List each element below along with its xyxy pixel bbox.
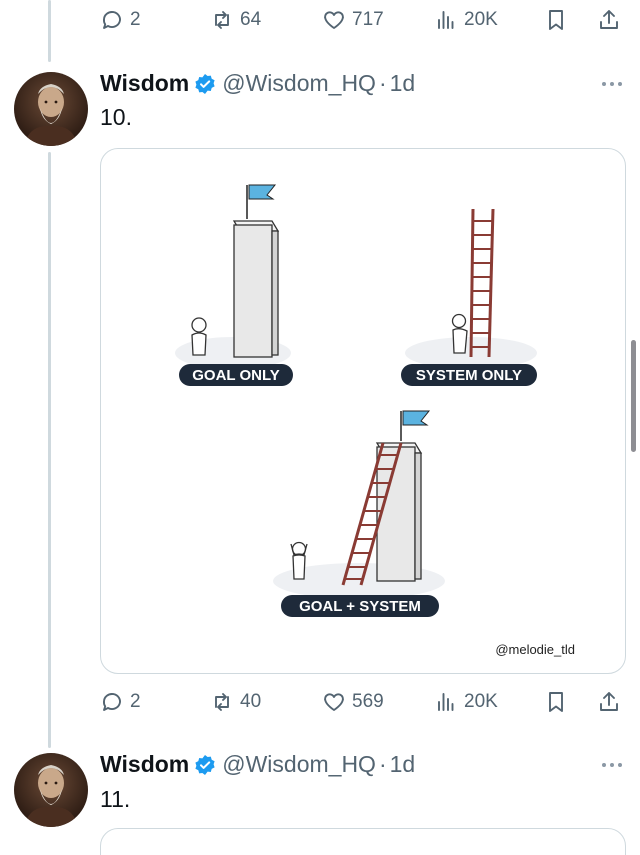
display-name[interactable]: Wisdom <box>100 70 189 97</box>
views-icon <box>438 693 454 711</box>
reply-button[interactable]: 2 <box>100 8 141 32</box>
tweet-text: 10. <box>100 104 132 130</box>
reply-count: 2 <box>130 9 141 30</box>
handle[interactable]: @Wisdom_HQ <box>222 751 376 778</box>
avatar[interactable] <box>14 72 88 146</box>
share-button[interactable] <box>597 8 621 32</box>
like-count: 717 <box>352 9 384 30</box>
panel-label-goal-only: GOAL ONLY <box>192 367 280 384</box>
scrollbar[interactable] <box>631 340 636 452</box>
bookmark-icon <box>549 692 563 712</box>
timestamp[interactable]: 1d <box>390 70 416 97</box>
tweet-text: 11. <box>100 786 131 812</box>
repost-icon <box>215 693 229 711</box>
image-credit: @melodie_tld <box>495 642 575 657</box>
repost-count: 64 <box>240 9 262 30</box>
reply-icon <box>103 11 121 29</box>
like-button[interactable]: 717 <box>322 8 384 32</box>
heart-icon <box>324 11 344 29</box>
more-options-icon[interactable] <box>602 82 622 86</box>
tweet-header: Wisdom @Wisdom_HQ · 1d <box>100 70 415 97</box>
separator-dot: · <box>378 70 387 96</box>
repost-button[interactable]: 64 <box>210 8 261 32</box>
reply-count: 2 <box>130 691 141 712</box>
views-button[interactable]: 20K <box>434 690 498 714</box>
views-button[interactable]: 20K <box>434 8 498 32</box>
goal-system-illustration: GOAL ONLY SYSTEM ONLY GOAL + SYSTEM @mel… <box>175 184 575 657</box>
views-count: 20K <box>464 691 498 712</box>
separator-dot: · <box>378 751 387 777</box>
panel-label-system-only: SYSTEM ONLY <box>416 367 522 384</box>
action-bar-top: 2 64 717 20K <box>100 0 630 40</box>
repost-button[interactable]: 40 <box>210 690 261 714</box>
bookmark-icon <box>549 10 563 30</box>
verified-badge-icon <box>195 754 215 775</box>
panel-goal-system: GOAL + SYSTEM <box>273 410 445 617</box>
verified-badge-icon <box>195 73 215 94</box>
reply-icon <box>103 693 121 711</box>
timestamp[interactable]: 1d <box>390 751 416 778</box>
views-count: 20K <box>464 9 498 30</box>
panel-system-only: SYSTEM ONLY <box>401 208 537 386</box>
more-options-icon[interactable] <box>602 763 622 767</box>
panel-goal-only: GOAL ONLY <box>175 184 293 386</box>
like-count: 569 <box>352 691 384 712</box>
share-icon <box>600 692 618 711</box>
repost-icon <box>215 11 229 29</box>
bookmark-button[interactable] <box>544 690 568 714</box>
thread-line-top <box>48 0 51 62</box>
tweet-header: Wisdom @Wisdom_HQ · 1d <box>100 751 415 778</box>
repost-count: 40 <box>240 691 262 712</box>
views-icon <box>438 11 454 29</box>
share-icon <box>600 10 618 29</box>
like-button[interactable]: 569 <box>322 690 384 714</box>
panel-label-goal-system: GOAL + SYSTEM <box>299 598 421 615</box>
reply-button[interactable]: 2 <box>100 690 141 714</box>
tweet-image[interactable]: GOAL ONLY SYSTEM ONLY GOAL + SYSTEM @mel… <box>100 148 626 674</box>
tweet-image[interactable] <box>100 828 626 855</box>
handle[interactable]: @Wisdom_HQ <box>222 70 376 97</box>
avatar[interactable] <box>14 753 88 827</box>
heart-icon <box>324 693 344 711</box>
display-name[interactable]: Wisdom <box>100 751 189 778</box>
thread-line-middle <box>48 152 51 748</box>
action-bar-tweet-10: 2 40 569 20K <box>100 682 630 722</box>
share-button[interactable] <box>597 690 621 714</box>
bookmark-button[interactable] <box>544 8 568 32</box>
